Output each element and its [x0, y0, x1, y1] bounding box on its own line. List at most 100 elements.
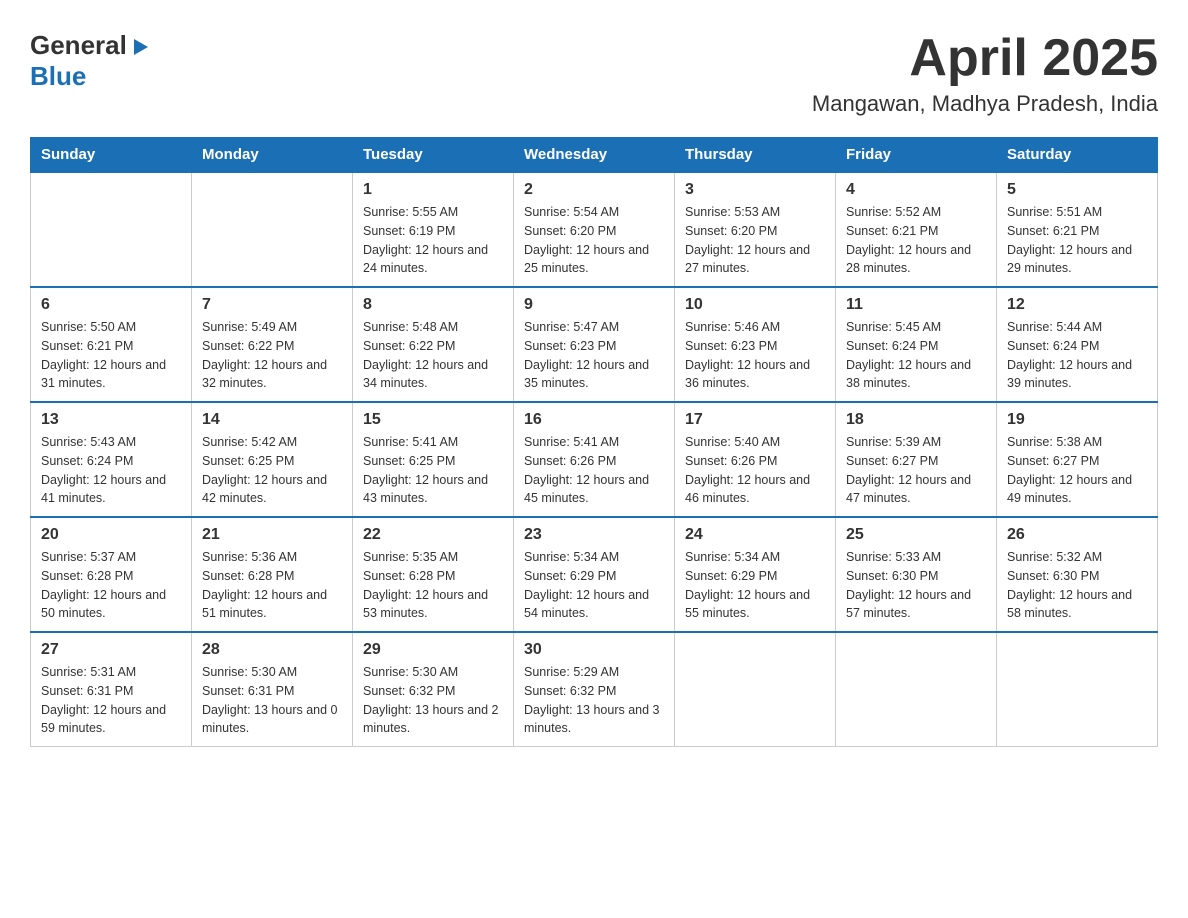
calendar-day-cell: 8 Sunrise: 5:48 AMSunset: 6:22 PMDaylight…	[353, 287, 514, 402]
calendar-day-cell: 27 Sunrise: 5:31 AMSunset: 6:31 PMDayligh…	[31, 632, 192, 747]
calendar-day-cell: 25 Sunrise: 5:33 AMSunset: 6:30 PMDayligh…	[836, 517, 997, 632]
day-info: Sunrise: 5:52 AMSunset: 6:21 PMDaylight:…	[846, 203, 986, 278]
title-block: April 2025 Mangawan, Madhya Pradesh, Ind…	[812, 30, 1158, 117]
day-info: Sunrise: 5:46 AMSunset: 6:23 PMDaylight:…	[685, 318, 825, 393]
day-number: 28	[202, 641, 342, 659]
calendar-day-cell: 15Sunrise: 5:41 AMSunset: 6:25 PMDayligh…	[353, 402, 514, 517]
calendar-header-friday: Friday	[836, 138, 997, 173]
calendar-day-cell: 21Sunrise: 5:36 AMSunset: 6:28 PMDayligh…	[192, 517, 353, 632]
day-info: Sunrise: 5:45 AMSunset: 6:24 PMDaylight:…	[846, 318, 986, 393]
day-number: 23	[524, 526, 664, 544]
calendar-day-cell: 16 Sunrise: 5:41 AMSunset: 6:26 PMDayligh…	[514, 402, 675, 517]
page-title: April 2025	[812, 30, 1158, 87]
day-info: Sunrise: 5:32 AMSunset: 6:30 PMDaylight:…	[1007, 548, 1147, 623]
day-info: Sunrise: 5:47 AMSunset: 6:23 PMDaylight:…	[524, 318, 664, 393]
page-header: General Blue April 2025 Mangawan, Madhya…	[30, 30, 1158, 117]
day-info: Sunrise: 5:55 AMSunset: 6:19 PMDaylight:…	[363, 203, 503, 278]
day-number: 26	[1007, 526, 1147, 544]
calendar-day-cell: 6 Sunrise: 5:50 AMSunset: 6:21 PMDaylight…	[31, 287, 192, 402]
calendar-day-cell: 28Sunrise: 5:30 AMSunset: 6:31 PMDayligh…	[192, 632, 353, 747]
calendar-day-cell: 3 Sunrise: 5:53 AMSunset: 6:20 PMDaylight…	[675, 172, 836, 287]
calendar-week-row: 6 Sunrise: 5:50 AMSunset: 6:21 PMDaylight…	[31, 287, 1158, 402]
calendar-week-row: 1 Sunrise: 5:55 AMSunset: 6:19 PMDaylight…	[31, 172, 1158, 287]
calendar-day-cell	[675, 632, 836, 747]
day-info: Sunrise: 5:49 AMSunset: 6:22 PMDaylight:…	[202, 318, 342, 393]
day-number: 29	[363, 641, 503, 659]
day-number: 30	[524, 641, 664, 659]
day-number: 10	[685, 296, 825, 314]
calendar-day-cell: 1 Sunrise: 5:55 AMSunset: 6:19 PMDaylight…	[353, 172, 514, 287]
day-number: 11	[846, 296, 986, 314]
logo: General Blue	[30, 30, 150, 92]
calendar-header-tuesday: Tuesday	[353, 138, 514, 173]
calendar-day-cell: 19 Sunrise: 5:38 AMSunset: 6:27 PMDayligh…	[997, 402, 1158, 517]
day-info: Sunrise: 5:42 AMSunset: 6:25 PMDaylight:…	[202, 433, 342, 508]
calendar-header-sunday: Sunday	[31, 138, 192, 173]
logo-blue-text: Blue	[30, 61, 86, 92]
day-info: Sunrise: 5:41 AMSunset: 6:25 PMDaylight:…	[363, 433, 503, 508]
day-number: 5	[1007, 181, 1147, 199]
day-number: 24	[685, 526, 825, 544]
logo-general-text: General	[30, 30, 127, 61]
calendar-day-cell: 9Sunrise: 5:47 AMSunset: 6:23 PMDaylight…	[514, 287, 675, 402]
day-info: Sunrise: 5:34 AMSunset: 6:29 PMDaylight:…	[524, 548, 664, 623]
day-info: Sunrise: 5:29 AMSunset: 6:32 PMDaylight:…	[524, 663, 664, 738]
calendar-day-cell: 4Sunrise: 5:52 AMSunset: 6:21 PMDaylight…	[836, 172, 997, 287]
day-info: Sunrise: 5:34 AMSunset: 6:29 PMDaylight:…	[685, 548, 825, 623]
day-info: Sunrise: 5:48 AMSunset: 6:22 PMDaylight:…	[363, 318, 503, 393]
day-info: Sunrise: 5:31 AMSunset: 6:31 PMDaylight:…	[41, 663, 181, 738]
calendar-header-monday: Monday	[192, 138, 353, 173]
calendar-day-cell: 2Sunrise: 5:54 AMSunset: 6:20 PMDaylight…	[514, 172, 675, 287]
day-info: Sunrise: 5:38 AMSunset: 6:27 PMDaylight:…	[1007, 433, 1147, 508]
calendar-day-cell: 13 Sunrise: 5:43 AMSunset: 6:24 PMDayligh…	[31, 402, 192, 517]
calendar-day-cell: 18Sunrise: 5:39 AMSunset: 6:27 PMDayligh…	[836, 402, 997, 517]
day-number: 3	[685, 181, 825, 199]
day-info: Sunrise: 5:53 AMSunset: 6:20 PMDaylight:…	[685, 203, 825, 278]
day-number: 17	[685, 411, 825, 429]
calendar-day-cell	[836, 632, 997, 747]
calendar-week-row: 27 Sunrise: 5:31 AMSunset: 6:31 PMDayligh…	[31, 632, 1158, 747]
day-info: Sunrise: 5:30 AMSunset: 6:32 PMDaylight:…	[363, 663, 503, 738]
day-info: Sunrise: 5:36 AMSunset: 6:28 PMDaylight:…	[202, 548, 342, 623]
day-info: Sunrise: 5:50 AMSunset: 6:21 PMDaylight:…	[41, 318, 181, 393]
day-info: Sunrise: 5:44 AMSunset: 6:24 PMDaylight:…	[1007, 318, 1147, 393]
day-number: 22	[363, 526, 503, 544]
calendar-day-cell: 26 Sunrise: 5:32 AMSunset: 6:30 PMDayligh…	[997, 517, 1158, 632]
calendar-week-row: 20 Sunrise: 5:37 AMSunset: 6:28 PMDayligh…	[31, 517, 1158, 632]
calendar-day-cell	[31, 172, 192, 287]
day-number: 13	[41, 411, 181, 429]
day-number: 20	[41, 526, 181, 544]
calendar-day-cell: 5Sunrise: 5:51 AMSunset: 6:21 PMDaylight…	[997, 172, 1158, 287]
day-info: Sunrise: 5:33 AMSunset: 6:30 PMDaylight:…	[846, 548, 986, 623]
day-info: Sunrise: 5:40 AMSunset: 6:26 PMDaylight:…	[685, 433, 825, 508]
calendar-day-cell	[997, 632, 1158, 747]
calendar-header-row: SundayMondayTuesdayWednesdayThursdayFrid…	[31, 138, 1158, 173]
logo-triangle-icon	[130, 37, 150, 57]
calendar-day-cell: 7 Sunrise: 5:49 AMSunset: 6:22 PMDaylight…	[192, 287, 353, 402]
day-number: 18	[846, 411, 986, 429]
day-info: Sunrise: 5:41 AMSunset: 6:26 PMDaylight:…	[524, 433, 664, 508]
calendar-day-cell: 24 Sunrise: 5:34 AMSunset: 6:29 PMDayligh…	[675, 517, 836, 632]
day-number: 25	[846, 526, 986, 544]
day-number: 7	[202, 296, 342, 314]
day-number: 27	[41, 641, 181, 659]
day-info: Sunrise: 5:37 AMSunset: 6:28 PMDaylight:…	[41, 548, 181, 623]
day-info: Sunrise: 5:35 AMSunset: 6:28 PMDaylight:…	[363, 548, 503, 623]
calendar-week-row: 13 Sunrise: 5:43 AMSunset: 6:24 PMDayligh…	[31, 402, 1158, 517]
calendar-header-wednesday: Wednesday	[514, 138, 675, 173]
day-number: 8	[363, 296, 503, 314]
day-number: 19	[1007, 411, 1147, 429]
day-number: 12	[1007, 296, 1147, 314]
calendar-header-saturday: Saturday	[997, 138, 1158, 173]
calendar-day-cell: 14Sunrise: 5:42 AMSunset: 6:25 PMDayligh…	[192, 402, 353, 517]
calendar-day-cell: 22 Sunrise: 5:35 AMSunset: 6:28 PMDayligh…	[353, 517, 514, 632]
day-number: 1	[363, 181, 503, 199]
day-info: Sunrise: 5:43 AMSunset: 6:24 PMDaylight:…	[41, 433, 181, 508]
page-subtitle: Mangawan, Madhya Pradesh, India	[812, 91, 1158, 117]
day-number: 6	[41, 296, 181, 314]
calendar-day-cell: 20 Sunrise: 5:37 AMSunset: 6:28 PMDayligh…	[31, 517, 192, 632]
calendar-day-cell: 23 Sunrise: 5:34 AMSunset: 6:29 PMDayligh…	[514, 517, 675, 632]
calendar-day-cell: 17 Sunrise: 5:40 AMSunset: 6:26 PMDayligh…	[675, 402, 836, 517]
calendar-day-cell: 10 Sunrise: 5:46 AMSunset: 6:23 PMDayligh…	[675, 287, 836, 402]
day-number: 16	[524, 411, 664, 429]
